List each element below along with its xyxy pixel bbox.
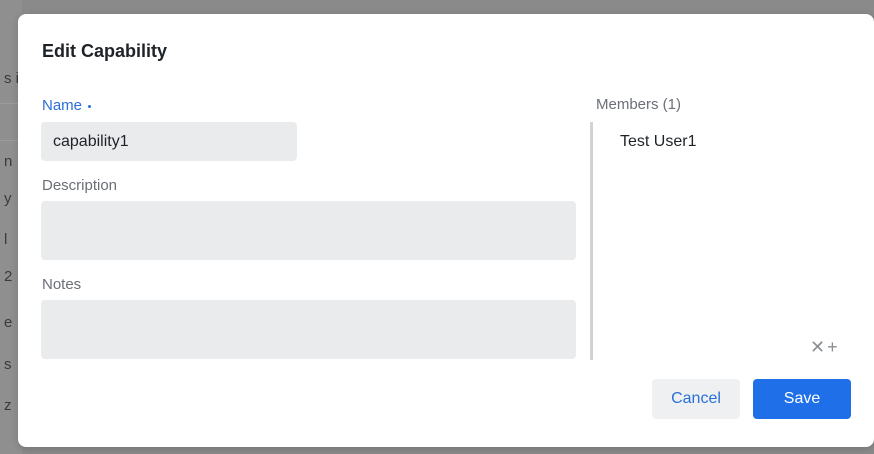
background-text: e: [4, 314, 13, 331]
members-divider: [590, 122, 593, 360]
name-input[interactable]: [41, 122, 297, 161]
background-text: 2: [4, 268, 13, 285]
description-label: Description: [42, 177, 118, 194]
edit-capability-dialog: Edit Capability Name Description Notes M…: [18, 14, 874, 447]
name-label: Name: [42, 97, 92, 114]
members-label: Members (1): [596, 96, 682, 113]
member-actions: ✕+: [810, 337, 840, 358]
background-text: s: [4, 356, 12, 373]
notes-label: Notes: [42, 276, 82, 293]
member-item[interactable]: Test User1: [620, 133, 696, 151]
dialog-title: Edit Capability: [42, 41, 168, 61]
background-text: l: [4, 231, 8, 248]
cancel-button[interactable]: Cancel: [652, 379, 740, 419]
plus-icon[interactable]: +: [827, 337, 840, 357]
close-icon[interactable]: ✕: [810, 337, 827, 357]
notes-field[interactable]: [41, 300, 576, 359]
description-field[interactable]: [41, 201, 576, 260]
background-text: n: [4, 153, 13, 170]
required-indicator: [88, 104, 92, 108]
background-text: s i: [4, 70, 19, 87]
background-text: y: [4, 190, 12, 207]
background-text: z: [4, 397, 12, 414]
save-button[interactable]: Save: [753, 379, 851, 419]
name-label-text: Name: [42, 97, 83, 114]
